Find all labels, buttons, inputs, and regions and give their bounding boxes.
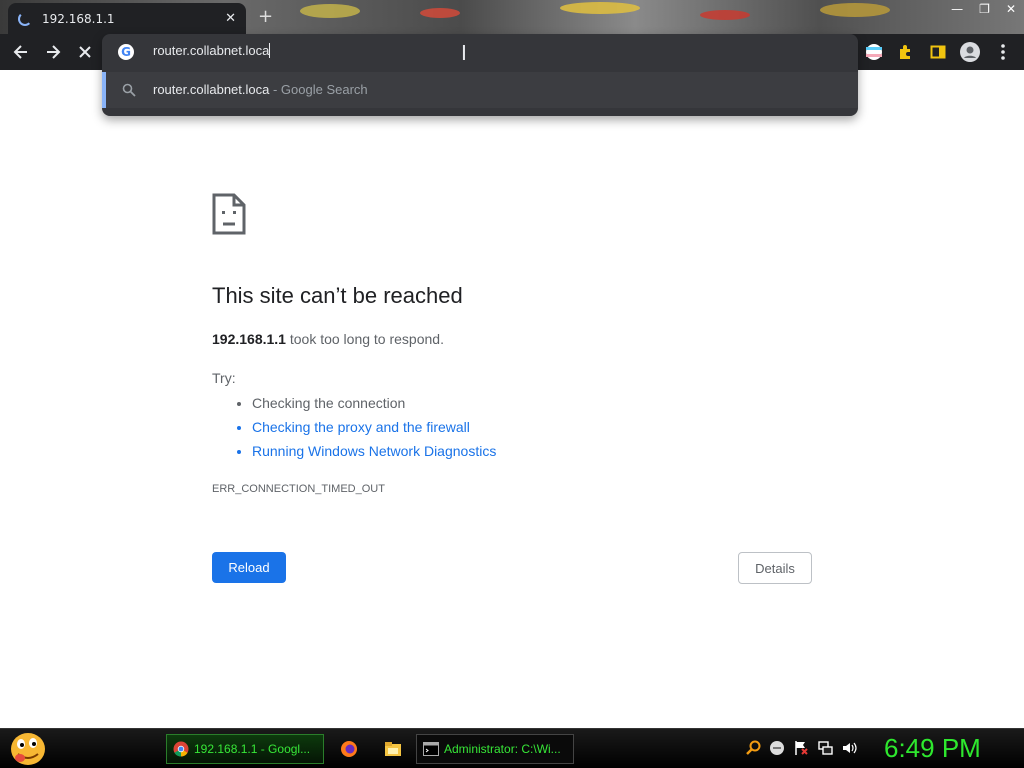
list-item: Checking the connection <box>252 394 496 418</box>
menu-kebab-icon[interactable] <box>993 42 1013 62</box>
minimize-icon[interactable]: — <box>951 2 963 16</box>
profile-avatar-icon[interactable] <box>960 42 980 62</box>
profile-flag-icon[interactable] <box>864 42 884 62</box>
wallpaper-splat <box>700 10 750 20</box>
suggestion-text: router.collabnet.loca - Google Search <box>153 82 368 97</box>
wallpaper-splat <box>420 8 460 18</box>
text-caret <box>269 43 271 58</box>
taskbar: 192.168.1.1 - Googl... Administrator: C:… <box>0 728 1024 768</box>
taskbar-item-label: Administrator: C:\Wi... <box>444 742 561 756</box>
side-panel-icon[interactable] <box>928 42 948 62</box>
error-description: 192.168.1.1 took too long to respond. <box>212 331 444 347</box>
extensions-puzzle-icon[interactable] <box>896 42 916 62</box>
omnibox-suggestion[interactable]: router.collabnet.loca - Google Search <box>102 72 858 108</box>
proxy-firewall-link[interactable]: Checking the proxy and the firewall <box>252 418 496 442</box>
new-tab-icon[interactable]: + <box>258 6 273 27</box>
network-diagnostics-link[interactable]: Running Windows Network Diagnostics <box>252 442 496 466</box>
back-icon[interactable] <box>9 40 33 64</box>
taskbar-item-label: 192.168.1.1 - Googl... <box>194 742 311 756</box>
taskbar-item-cmd[interactable]: Administrator: C:\Wi... <box>416 734 574 764</box>
suggestion-list: Checking the connection Checking the pro… <box>234 394 496 466</box>
window-controls: — ❐ ✕ <box>951 0 1016 18</box>
tab-strip: 192.168.1.1 ✕ + — ❐ ✕ <box>0 0 1024 34</box>
error-code: ERR_CONNECTION_TIMED_OUT <box>212 483 385 495</box>
cmd-icon <box>423 742 439 756</box>
reload-button[interactable]: Reload <box>212 552 286 583</box>
search-icon <box>122 83 136 97</box>
sad-page-icon <box>212 193 246 235</box>
start-emoji-icon[interactable] <box>6 730 48 768</box>
firefox-icon[interactable] <box>340 740 358 758</box>
file-explorer-icon[interactable] <box>384 740 402 758</box>
loading-spinner-icon <box>18 11 32 26</box>
chrome-icon <box>173 741 189 757</box>
details-button[interactable]: Details <box>738 552 812 584</box>
action-center-flag-icon[interactable] <box>793 740 809 756</box>
restore-icon[interactable]: ❐ <box>979 2 990 16</box>
taskbar-clock[interactable]: 6:49 PM <box>884 733 981 764</box>
ibeam-cursor-icon: I <box>461 41 467 65</box>
google-icon: G <box>118 44 134 60</box>
close-window-icon[interactable]: ✕ <box>1006 2 1016 16</box>
address-input[interactable]: router.collabnet.loca <box>153 43 271 58</box>
taskbar-item-chrome[interactable]: 192.168.1.1 - Googl... <box>166 734 324 764</box>
network-icon[interactable] <box>817 740 833 756</box>
forward-icon[interactable] <box>41 40 65 64</box>
error-title: This site can’t be reached <box>212 283 463 308</box>
volume-icon[interactable] <box>841 740 857 756</box>
address-bar[interactable]: G router.collabnet.loca I <box>102 34 858 70</box>
try-label: Try: <box>212 370 236 386</box>
tab-close-icon[interactable]: ✕ <box>225 11 236 26</box>
messenger-icon[interactable] <box>769 740 785 756</box>
tab-title: 192.168.1.1 <box>42 11 115 26</box>
wallpaper-splat <box>820 3 890 17</box>
wallpaper-splat <box>300 4 360 18</box>
search-tray-icon[interactable] <box>746 740 762 756</box>
stop-icon[interactable] <box>73 40 97 64</box>
wallpaper-splat <box>560 2 640 14</box>
omnibox-dropdown: G router.collabnet.loca I router.collabn… <box>102 34 858 116</box>
tab-active[interactable]: 192.168.1.1 ✕ <box>8 3 246 34</box>
